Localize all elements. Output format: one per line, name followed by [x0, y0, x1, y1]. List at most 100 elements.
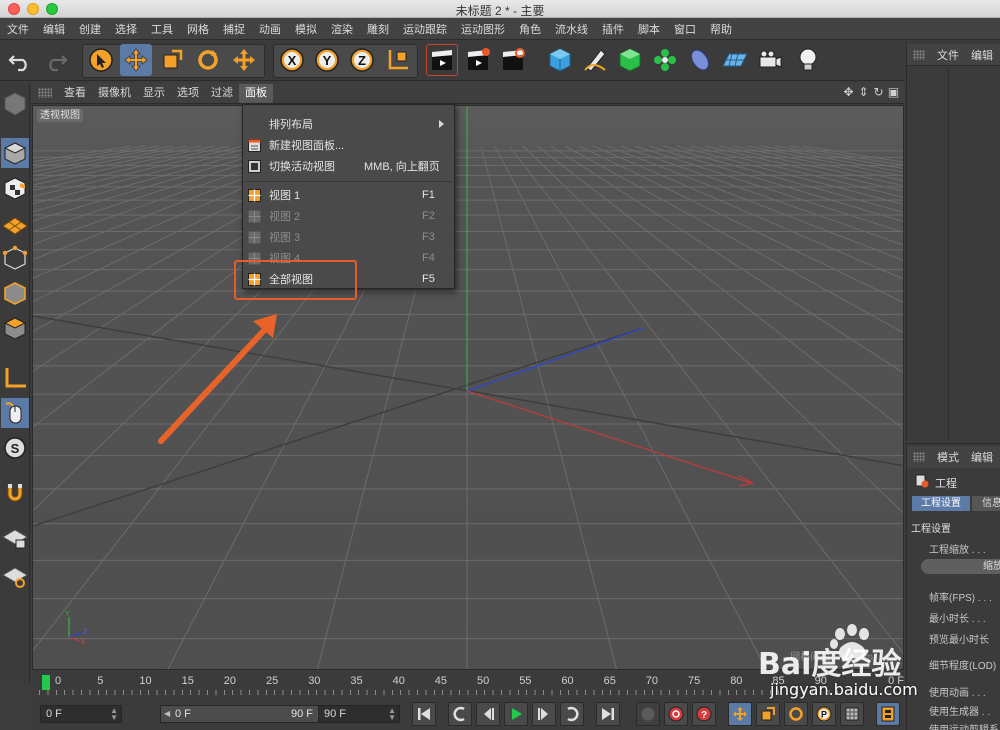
- menu-motion-tracking[interactable]: 运动跟踪: [396, 21, 454, 37]
- add-light-button[interactable]: [792, 44, 824, 76]
- viewport-menu-options[interactable]: 选项: [171, 84, 205, 103]
- points-mode-button[interactable]: [1, 243, 29, 273]
- viewport-menu-panel[interactable]: 面板: [239, 83, 273, 103]
- render-picture-viewer-button[interactable]: [462, 44, 494, 76]
- previous-key-button[interactable]: [448, 702, 472, 726]
- y-axis-button[interactable]: Y: [311, 44, 343, 76]
- menu-item-new-view-panel[interactable]: 新建视图面板...: [243, 135, 454, 155]
- edges-mode-button[interactable]: [1, 278, 29, 308]
- panel-grip-icon[interactable]: [913, 49, 925, 60]
- keyframe-selection-button[interactable]: ?: [692, 702, 716, 726]
- solo-button[interactable]: S: [1, 433, 29, 463]
- render-settings-button[interactable]: [497, 44, 529, 76]
- panel-grip-icon[interactable]: [913, 452, 925, 462]
- frame-range-slider[interactable]: ◀ 0 F 90 F ▶: [160, 705, 328, 723]
- next-key-button[interactable]: [560, 702, 584, 726]
- end-frame-field[interactable]: 90 F ▲ ▼: [318, 705, 400, 723]
- menu-select[interactable]: 选择: [108, 21, 144, 37]
- pan-icon[interactable]: ✥: [842, 86, 855, 99]
- start-frame-field[interactable]: 0 F ▲ ▼: [40, 705, 122, 723]
- add-cube-button[interactable]: [544, 44, 576, 76]
- object-manager-file-menu[interactable]: 文件: [931, 47, 965, 63]
- add-floor-button[interactable]: [719, 44, 751, 76]
- tab-project-settings[interactable]: 工程设置: [912, 496, 970, 511]
- live-select-button[interactable]: [228, 44, 260, 76]
- snap-button[interactable]: [1, 478, 29, 508]
- viewport-menu-filter[interactable]: 过滤: [205, 84, 239, 103]
- menu-snap[interactable]: 捕捉: [216, 21, 252, 37]
- workplane-mode-button[interactable]: [1, 208, 29, 238]
- menu-mograph[interactable]: 运动图形: [454, 21, 512, 37]
- coord-system-button[interactable]: [382, 44, 414, 76]
- add-array-button[interactable]: [649, 44, 681, 76]
- menu-animate[interactable]: 动画: [252, 21, 288, 37]
- record-active-button[interactable]: [636, 702, 660, 726]
- autokey-button[interactable]: [664, 702, 688, 726]
- go-to-end-button[interactable]: [596, 702, 620, 726]
- dolly-icon[interactable]: ⇕: [857, 86, 870, 99]
- undo-icon: [8, 55, 27, 72]
- maximize-view-icon[interactable]: ▣: [887, 86, 900, 99]
- attribute-edit-menu[interactable]: 编辑: [965, 449, 999, 465]
- make-editable-button[interactable]: [1, 89, 29, 119]
- redo-button[interactable]: [40, 44, 72, 76]
- object-manager-edit-menu[interactable]: 编辑: [965, 47, 999, 63]
- planar-workplane-button[interactable]: [1, 561, 29, 591]
- menu-mesh[interactable]: 网格: [180, 21, 216, 37]
- menu-item-label: 新建视图面板...: [269, 140, 345, 152]
- menu-window[interactable]: 窗口: [667, 21, 703, 37]
- perspective-viewport[interactable]: 透视视图 Y Z X 网格间距：100 cm: [32, 105, 904, 670]
- key-position-button[interactable]: [728, 702, 752, 726]
- menu-script[interactable]: 脚本: [631, 21, 667, 37]
- menu-create[interactable]: 创建: [72, 21, 108, 37]
- menu-item-view-3[interactable]: 视图 3 F3: [243, 227, 454, 247]
- menu-sculpt[interactable]: 雕刻: [360, 21, 396, 37]
- select-tool-button[interactable]: [85, 44, 117, 76]
- menu-character[interactable]: 角色: [512, 21, 548, 37]
- previous-frame-button[interactable]: [476, 702, 500, 726]
- next-frame-button[interactable]: [532, 702, 556, 726]
- tab-info[interactable]: 信息: [972, 496, 1000, 511]
- menu-item-toggle-active-view[interactable]: 切换活动视图 MMB, 向上翻页: [243, 156, 454, 176]
- model-mode-button[interactable]: [1, 138, 29, 168]
- panel-grip-icon[interactable]: [38, 88, 52, 98]
- menu-item-view-2[interactable]: 视图 2 F2: [243, 206, 454, 226]
- menu-item-arrange-layout[interactable]: 排列布局: [243, 114, 454, 134]
- render-view-button[interactable]: [426, 44, 458, 76]
- x-axis-button[interactable]: X: [276, 44, 308, 76]
- menu-pipeline[interactable]: 流水线: [548, 21, 595, 37]
- attribute-mode-menu[interactable]: 模式: [931, 449, 965, 465]
- play-button[interactable]: [504, 702, 528, 726]
- move-tool-button[interactable]: [120, 44, 152, 76]
- scale-tool-button[interactable]: [156, 44, 188, 76]
- z-axis-button[interactable]: Z: [346, 44, 378, 76]
- menu-edit[interactable]: 编辑: [36, 21, 72, 37]
- menu-render[interactable]: 渲染: [324, 21, 360, 37]
- menu-help[interactable]: 帮助: [703, 21, 739, 37]
- undo-button[interactable]: [4, 44, 36, 76]
- menu-simulate[interactable]: 模拟: [288, 21, 324, 37]
- object-name: 工程: [935, 478, 957, 490]
- viewport-menu-view[interactable]: 查看: [58, 84, 92, 103]
- viewport-menu-cameras[interactable]: 摄像机: [92, 84, 137, 103]
- scale-project-button[interactable]: 缩放: [921, 559, 1000, 574]
- texture-mode-button[interactable]: [1, 173, 29, 203]
- add-camera-button[interactable]: [754, 44, 786, 76]
- add-generator-button[interactable]: [614, 44, 646, 76]
- menu-file[interactable]: 文件: [0, 21, 36, 37]
- axis-mode-button[interactable]: [1, 363, 29, 393]
- tweak-mode-button[interactable]: [1, 398, 29, 428]
- go-to-start-button[interactable]: [412, 702, 436, 726]
- add-deformer-button[interactable]: [684, 44, 716, 76]
- spinner-icon[interactable]: ▲ ▼: [110, 707, 118, 722]
- menu-item-view-1[interactable]: 视图 1 F1: [243, 185, 454, 205]
- menu-tools[interactable]: 工具: [144, 21, 180, 37]
- viewport-menu-display[interactable]: 显示: [137, 84, 171, 103]
- menu-plugins[interactable]: 插件: [595, 21, 631, 37]
- rotate-tool-button[interactable]: [192, 44, 224, 76]
- orbit-icon[interactable]: ↻: [872, 86, 885, 99]
- add-spline-button[interactable]: [579, 44, 611, 76]
- polygons-mode-button[interactable]: [1, 313, 29, 343]
- locked-workplane-button[interactable]: [1, 523, 29, 553]
- spinner-icon[interactable]: ▲ ▼: [388, 707, 396, 722]
